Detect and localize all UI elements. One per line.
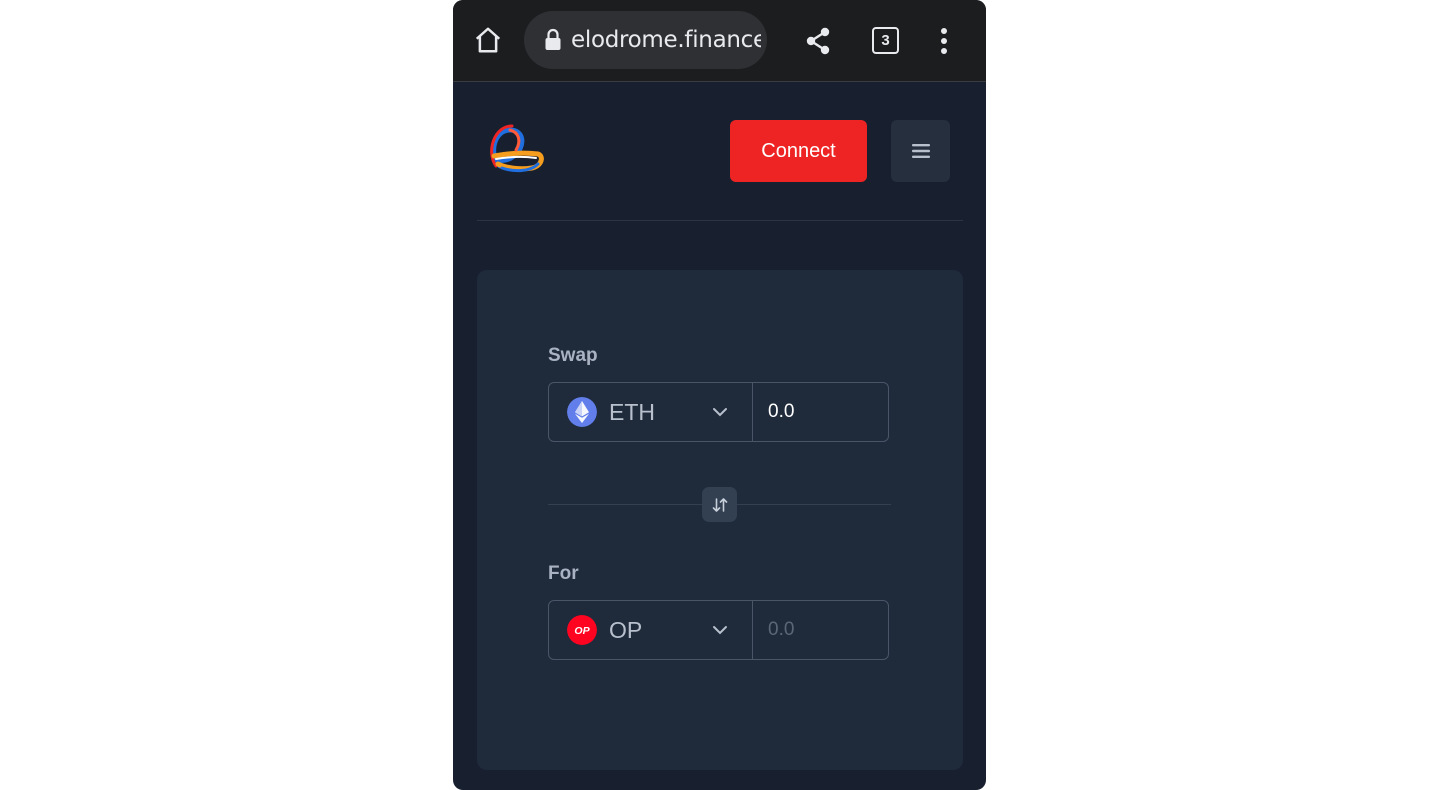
address-bar[interactable]: elodrome.finance xyxy=(524,11,767,69)
from-token-row: ETH xyxy=(548,382,889,442)
browser-toolbar: elodrome.finance 3 xyxy=(453,0,986,82)
swap-label: Swap xyxy=(548,345,598,366)
to-token-row: OP OP xyxy=(548,600,889,660)
swap-arrows-icon xyxy=(712,497,727,512)
flip-tokens-button[interactable] xyxy=(702,487,737,522)
chevron-down-icon xyxy=(713,408,727,417)
eth-icon xyxy=(567,397,597,427)
url-text: elodrome.finance xyxy=(571,27,761,53)
phone-screen: elodrome.finance 3 Connect Swap ETH 0.0 … xyxy=(453,0,986,790)
to-token-select[interactable]: OP OP xyxy=(549,601,753,659)
velodrome-logo[interactable] xyxy=(486,122,546,180)
swap-card: Swap ETH For xyxy=(477,270,963,770)
to-amount-input[interactable] xyxy=(753,601,888,659)
more-vert-icon[interactable] xyxy=(934,24,954,58)
to-token-name: OP xyxy=(609,617,643,643)
hamburger-icon xyxy=(911,144,930,158)
header-divider xyxy=(477,220,963,221)
chevron-down-icon xyxy=(713,626,727,635)
menu-button[interactable] xyxy=(891,120,950,182)
tab-switcher-button[interactable]: 3 xyxy=(872,27,899,54)
from-token-select[interactable]: ETH xyxy=(549,383,753,441)
lock-icon xyxy=(545,28,561,50)
app-header: Connect xyxy=(453,82,986,222)
from-amount-input[interactable] xyxy=(753,383,888,441)
op-badge-text: OP xyxy=(574,625,590,637)
for-label: For xyxy=(548,563,579,584)
home-icon[interactable] xyxy=(471,22,505,58)
op-icon: OP xyxy=(567,615,597,645)
from-token-name: ETH xyxy=(609,399,655,425)
share-icon[interactable] xyxy=(801,24,835,58)
connect-button[interactable]: Connect xyxy=(730,120,867,182)
